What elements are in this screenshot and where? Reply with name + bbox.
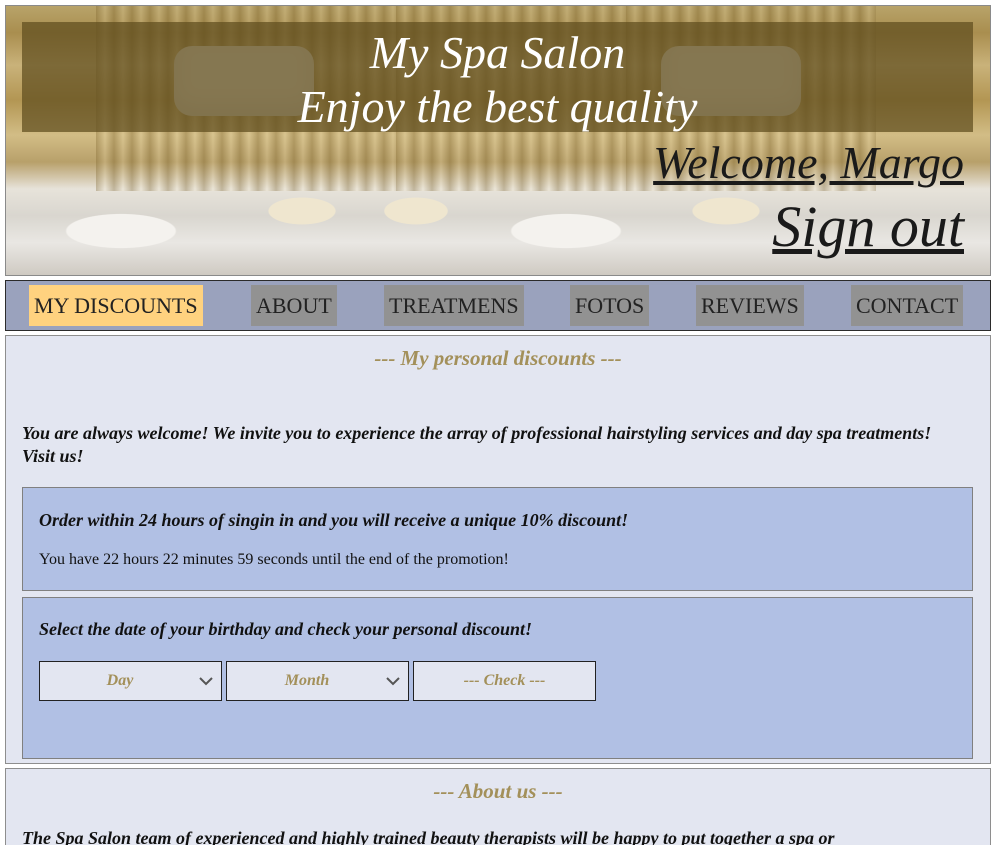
nav-item-fotos[interactable]: FOTOS (570, 285, 650, 326)
nav-item-about[interactable]: ABOUT (251, 285, 337, 326)
sign-out-link[interactable]: Sign out (772, 193, 964, 261)
welcome-paragraph: You are always welcome! We invite you to… (22, 423, 932, 466)
nav-item-my-discounts[interactable]: MY DISCOUNTS (29, 285, 203, 326)
promo-title: Order within 24 hours of singin in and y… (39, 510, 629, 530)
welcome-message: Welcome, Margo (653, 137, 964, 188)
about-paragraph: The Spa Salon team of experienced and hi… (22, 828, 835, 845)
check-discount-button[interactable]: --- Check --- (413, 661, 596, 701)
day-select[interactable]: Day (39, 661, 222, 701)
about-heading: --- About us --- (433, 779, 563, 803)
day-select-value: Day (106, 672, 134, 689)
month-select-value: Month (284, 672, 330, 689)
birthday-discount-box: Select the date of your birthday and che… (22, 597, 973, 759)
month-select[interactable]: Month (226, 661, 409, 701)
site-tagline: Enjoy the best quality (297, 81, 698, 132)
chevron-down-icon (386, 677, 400, 686)
birthday-title: Select the date of your birthday and che… (39, 619, 533, 639)
nav-item-treatments[interactable]: TREATMENS (384, 285, 524, 326)
hero-header: My Spa Salon Enjoy the best quality Welc… (5, 5, 991, 276)
section-heading: --- My personal discounts --- (374, 346, 622, 370)
nav-item-contact[interactable]: CONTACT (851, 285, 964, 326)
promo-box: Order within 24 hours of singin in and y… (22, 487, 973, 591)
promo-countdown: You have 22 hours 22 minutes 59 seconds … (39, 551, 509, 568)
chevron-down-icon (199, 677, 213, 686)
site-title: My Spa Salon (369, 27, 626, 78)
discounts-section: --- My personal discounts --- You are al… (5, 335, 991, 764)
main-nav: MY DISCOUNTS ABOUT TREATMENS FOTOS REVIE… (5, 280, 991, 331)
nav-item-reviews[interactable]: REVIEWS (696, 285, 804, 326)
check-button-label: --- Check --- (463, 672, 546, 689)
about-section: --- About us --- The Spa Salon team of e… (5, 768, 991, 845)
